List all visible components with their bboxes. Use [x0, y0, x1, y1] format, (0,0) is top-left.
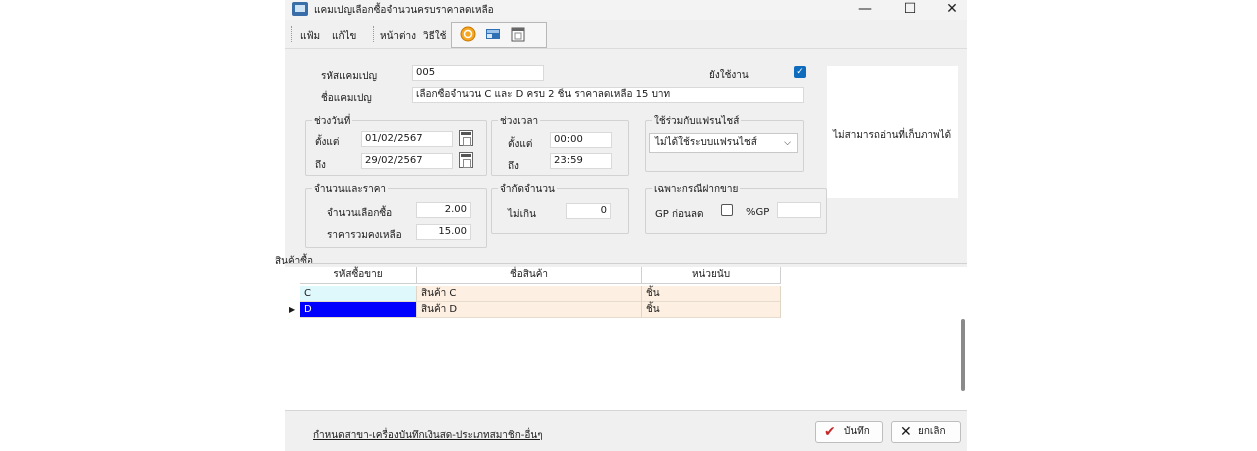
toolbar-grip[interactable] [291, 26, 294, 42]
menu-help[interactable]: วิธีใช้ [423, 29, 446, 44]
date-to-calendar-icon[interactable] [459, 152, 473, 168]
consignment-title: เฉพาะกรณีฝากขาย [652, 182, 741, 197]
date-from-input[interactable]: 01/02/2567 [361, 131, 453, 147]
row-name-cell[interactable]: สินค้า C [417, 286, 642, 302]
franchise-select[interactable]: ไม่ได้ใช้ระบบแฟรนไชส์ ⌵ [649, 133, 798, 153]
column-header-unit[interactable]: หน่วยนับ [642, 267, 781, 284]
section-divider [285, 263, 967, 264]
toolbar-grip[interactable] [373, 26, 376, 42]
toolbar [451, 22, 547, 48]
qty-price-title: จำนวนและราคา [312, 182, 388, 197]
time-to-label: ถึง [508, 161, 519, 172]
time-range-title: ช่วงเวลา [498, 114, 541, 129]
menu-window[interactable]: หน้าต่าง [380, 29, 416, 44]
campaign-name-label: ชื่อแคมเปญ [321, 93, 372, 104]
menu-file[interactable]: แฟ้ม [300, 29, 320, 44]
date-to-label: ถึง [315, 160, 326, 171]
campaign-code-input[interactable]: 005 [412, 65, 544, 81]
gp-before-label: GP ก่อนลด [655, 209, 704, 220]
time-from-label: ตั้งแต่ [508, 139, 533, 150]
settings-link[interactable]: กำหนดสาขา-เครื่องบันทึกเงินสด-ประเภทสมาช… [313, 428, 543, 443]
save-button[interactable]: ✔ บันทึก [815, 421, 883, 443]
table-icon[interactable] [485, 26, 501, 42]
time-to-input[interactable]: 23:59 [550, 153, 612, 169]
gp-percent-input[interactable] [777, 202, 821, 218]
franchise-selected: ไม่ได้ใช้ระบบแฟรนไชส์ [655, 137, 757, 148]
row-code-cell-selected[interactable]: D [300, 302, 417, 318]
limit-title: จำกัดจำนวน [498, 182, 557, 197]
checkmark-icon: ✔ [824, 424, 836, 440]
total-price-label: ราคารวมคงเหลือ [327, 230, 402, 241]
row-name-cell[interactable]: สินค้า D [417, 302, 642, 318]
row-unit-cell[interactable]: ชิ้น [642, 286, 781, 302]
date-to-input[interactable]: 29/02/2567 [361, 153, 453, 169]
franchise-title: ใช้ร่วมกับแฟรนไชส์ [652, 114, 742, 129]
gp-before-checkbox[interactable] [721, 204, 733, 216]
footer-bar: กำหนดสาขา-เครื่องบันทึกเงินสด-ประเภทสมาช… [285, 410, 967, 451]
app-icon [292, 2, 308, 16]
refresh-icon[interactable] [460, 26, 476, 42]
current-row-indicator-icon: ▶ [289, 305, 296, 314]
campaign-window: แคมเปญเลือกซื้อจำนวนครบราคาลดเหลือ — ☐ ✕… [275, 0, 967, 451]
save-button-label: บันทึก [844, 426, 870, 437]
date-from-calendar-icon[interactable] [459, 130, 473, 146]
qty-label: จำนวนเลือกซื้อ [327, 208, 393, 219]
active-label: ยังใช้งาน [709, 70, 749, 81]
time-from-input[interactable]: 00:00 [550, 132, 612, 148]
product-grid[interactable]: รหัสซื้อขาย ชื่อสินค้า หน่วยนับ C สินค้า… [285, 267, 967, 410]
gp-percent-label: %GP [746, 207, 770, 218]
grid-scrollbar[interactable] [961, 319, 965, 391]
image-error-text: ไม่สามารถอ่านที่เก็บภาพได้ [833, 130, 952, 141]
window-title: แคมเปญเลือกซื้อจำนวนครบราคาลดเหลือ [314, 5, 494, 16]
chevron-down-icon: ⌵ [784, 138, 791, 148]
close-icon: ✕ [900, 424, 912, 440]
menu-edit[interactable]: แก้ไข [332, 29, 356, 44]
row-unit-cell[interactable]: ชิ้น [642, 302, 781, 318]
active-checkbox[interactable]: ✓ [794, 66, 806, 78]
total-price-input[interactable]: 15.00 [416, 224, 471, 240]
product-image-box: ไม่สามารถอ่านที่เก็บภาพได้ [827, 66, 958, 198]
title-bar: แคมเปญเลือกซื้อจำนวนครบราคาลดเหลือ — ☐ ✕ [285, 0, 967, 20]
date-from-label: ตั้งแต่ [315, 137, 340, 148]
column-header-code[interactable]: รหัสซื้อขาย [300, 267, 417, 284]
limit-max-input[interactable]: 0 [566, 203, 611, 219]
cancel-button-label: ยกเลิก [918, 426, 946, 437]
maximize-button[interactable]: ☐ [890, 0, 930, 20]
date-range-title: ช่วงวันที่ [312, 114, 353, 129]
menu-bar: แฟ้ม แก้ไข หน้าต่าง วิธีใช้ [285, 20, 967, 49]
campaign-code-label: รหัสแคมเปญ [321, 71, 378, 82]
limit-max-label: ไม่เกิน [508, 209, 536, 220]
column-header-name[interactable]: ชื่อสินค้า [417, 267, 642, 284]
minimize-button[interactable]: — [845, 0, 885, 20]
close-button[interactable]: ✕ [932, 0, 972, 20]
campaign-name-input[interactable]: เลือกซื้อจำนวน C และ D ครบ 2 ชิ้น ราคาลด… [412, 87, 804, 103]
calendar-icon[interactable] [510, 26, 526, 42]
row-code-cell[interactable]: C [300, 286, 417, 302]
qty-input[interactable]: 2.00 [416, 202, 471, 218]
cancel-button[interactable]: ✕ ยกเลิก [891, 421, 961, 443]
